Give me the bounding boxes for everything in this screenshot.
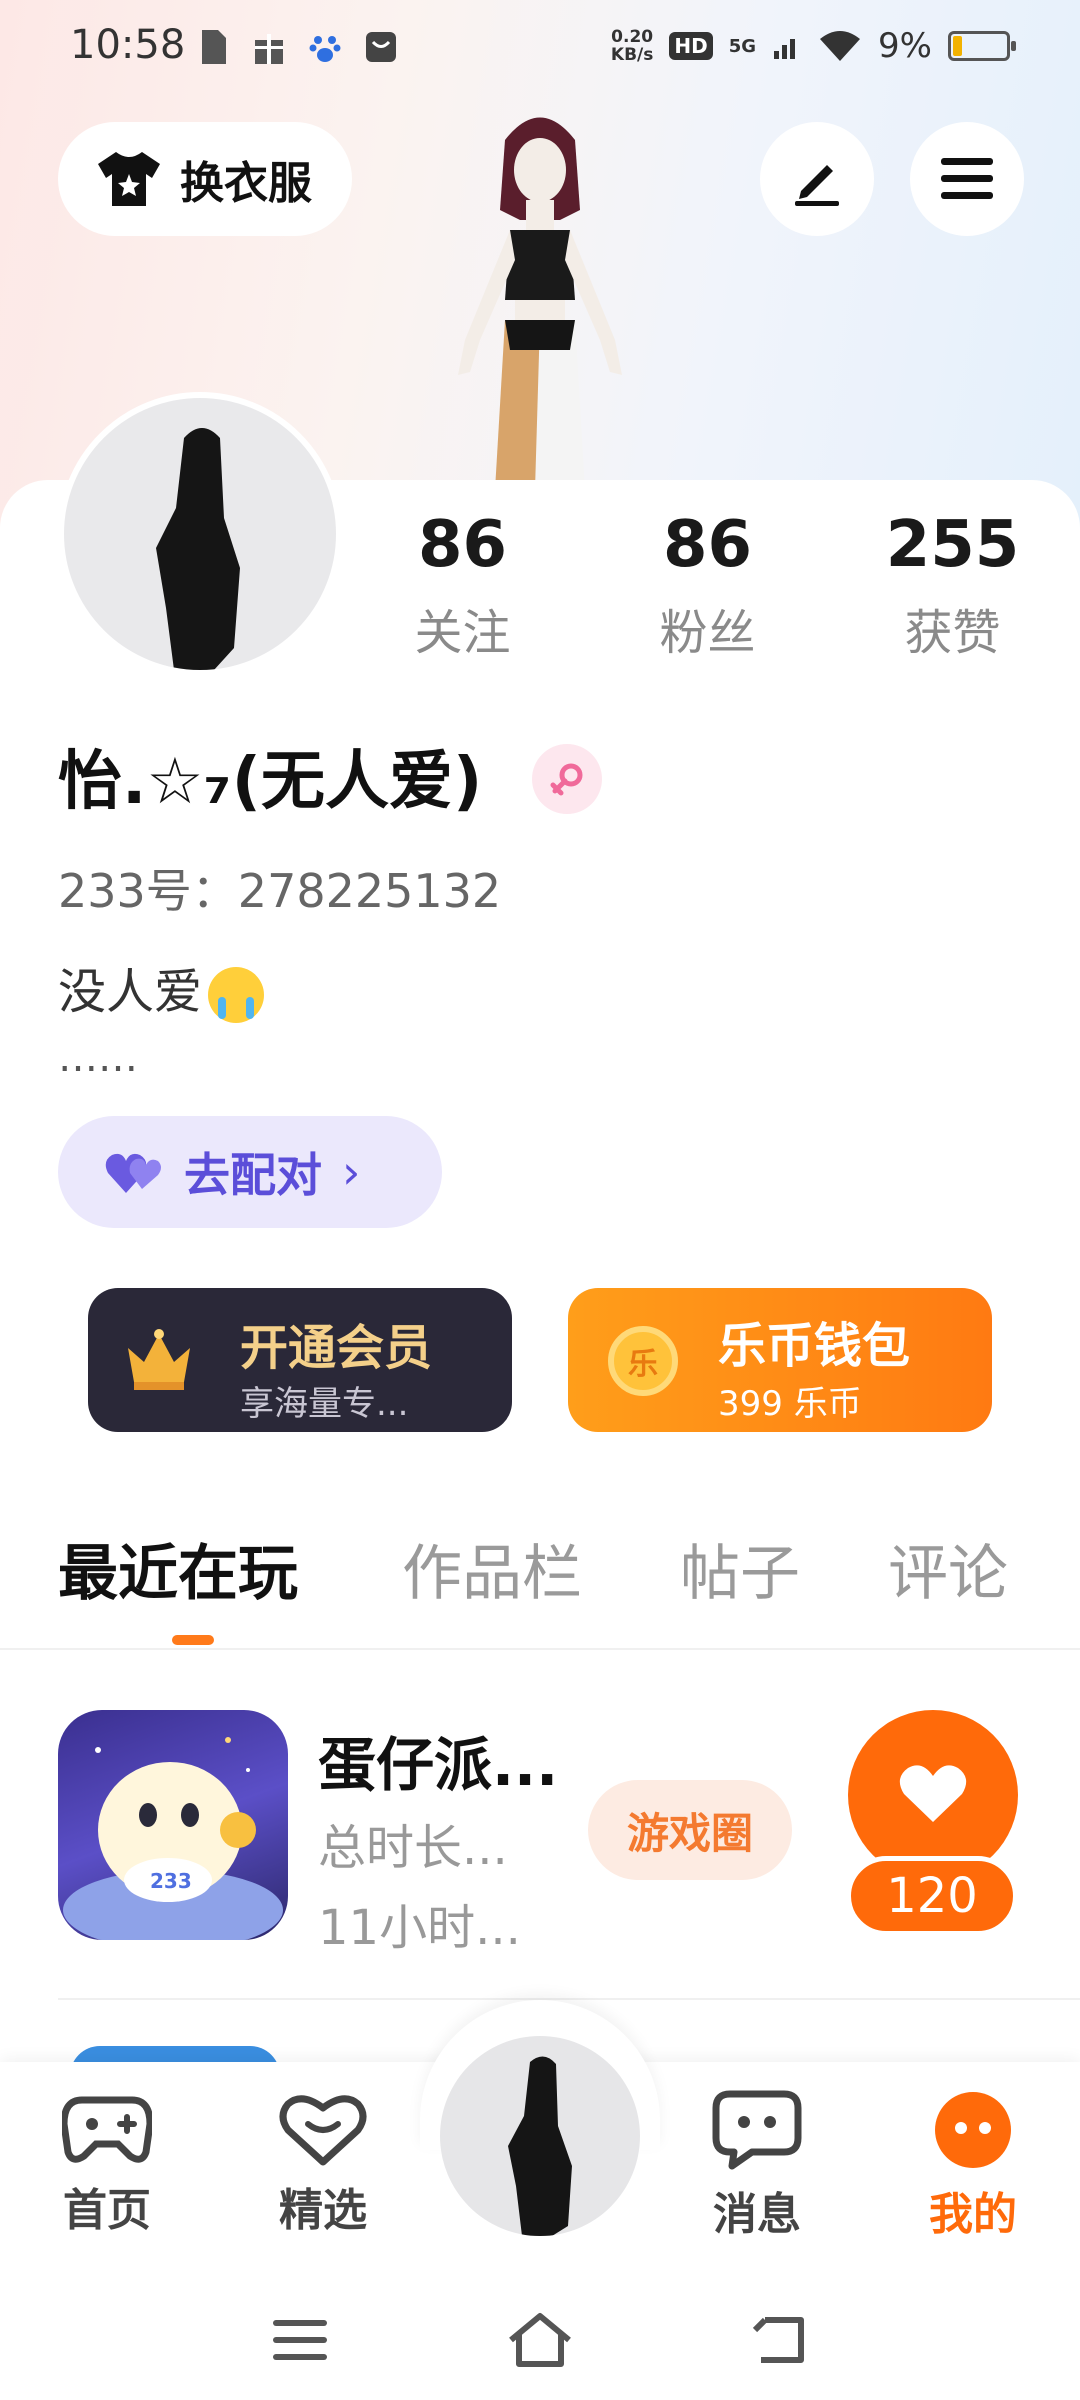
me-icon (935, 2092, 1011, 2168)
game-name: 蛋仔派... (318, 1731, 559, 1799)
stat-following[interactable]: 86 关注 (340, 505, 585, 663)
nav-avatar-button[interactable] (440, 2036, 640, 2236)
nav-home[interactable]: 首页 (32, 2090, 182, 2238)
nav-home-label: 首页 (63, 2185, 151, 2236)
message-icon (712, 2090, 802, 2170)
recent-apps-icon[interactable] (265, 2310, 335, 2370)
followers-count: 86 (662, 508, 753, 582)
profile-nickname: 怡.☆₇(无人爱) (58, 745, 483, 819)
vip-membership-card[interactable]: 开通会员 享海量专... (88, 1288, 512, 1432)
profile-avatar[interactable] (58, 392, 342, 676)
game-circle-button[interactable]: 游戏圈 (588, 1780, 792, 1880)
avatar-3d-figure[interactable] (410, 100, 670, 490)
home-icon[interactable] (505, 2310, 575, 2370)
following-label: 关注 (414, 605, 511, 661)
network-speed-value: 0.20 (611, 27, 654, 47)
content-tabs: 最近在玩 作品栏 帖子 评论 (0, 1525, 1080, 1645)
status-time: 10:58 (70, 22, 186, 68)
chevron-right-icon: › (342, 1145, 361, 1199)
status-notification-icons (196, 28, 398, 66)
gift-icon (255, 34, 283, 64)
paw-icon (309, 36, 341, 62)
change-outfit-label: 换衣服 (180, 158, 312, 209)
following-count: 86 (417, 508, 508, 582)
tab-posts[interactable]: 帖子 (680, 1525, 800, 1612)
profile-uid: 233号：278225132 (58, 864, 502, 918)
likes-label: 获赞 (904, 605, 1001, 661)
vip-title: 开通会员 (240, 1320, 433, 1376)
wallet-title: 乐币钱包 (718, 1318, 911, 1374)
edit-profile-button[interactable] (760, 122, 874, 236)
profile-stats: 86 关注 86 粉丝 255 获赞 (340, 505, 1080, 663)
row-divider (58, 1998, 1080, 2000)
status-system-icons: 0.20 KB/s HD 5G 9% (611, 26, 1016, 66)
crying-emoji-icon (208, 967, 265, 1023)
svg-text:233: 233 (150, 1869, 192, 1893)
menu-button[interactable] (910, 122, 1024, 236)
coin-wallet-card[interactable]: 乐 乐币钱包 399 乐币 (568, 1288, 992, 1432)
wifi-icon (820, 31, 861, 61)
double-heart-icon (105, 1153, 161, 1193)
hd-badge: HD (669, 32, 713, 60)
game-total-time-label: 总时长... (318, 1820, 508, 1876)
crown-icon (128, 1329, 190, 1390)
likes-count: 255 (885, 508, 1020, 582)
nav-messages-label: 消息 (713, 2189, 801, 2240)
bio-expand[interactable]: …… (58, 1035, 138, 1081)
status-bar: 10:58 0.20 KB/s HD 5G 9% (0, 0, 1080, 100)
tab-recently-played[interactable]: 最近在玩 (58, 1525, 298, 1612)
app-notification-icon (366, 32, 396, 62)
hamburger-menu-icon (941, 158, 993, 199)
followers-label: 粉丝 (659, 605, 756, 661)
sim-card-icon (202, 30, 226, 64)
nav-featured-label: 精选 (279, 2185, 367, 2236)
game-app-icon[interactable]: 233 (58, 1710, 288, 1940)
battery-icon (948, 31, 1016, 61)
tab-comments[interactable]: 评论 (888, 1525, 1008, 1612)
go-match-button[interactable]: 去配对 › (58, 1116, 442, 1228)
go-match-label: 去配对 (184, 1148, 322, 1202)
gamepad-icon (60, 2096, 154, 2163)
nav-featured[interactable]: 精选 (248, 2090, 398, 2238)
heart-chat-icon (279, 2095, 367, 2166)
game-play-hours: 11小时... (318, 1900, 521, 1956)
tab-works[interactable]: 作品栏 (402, 1525, 582, 1612)
coin-icon: 乐 (608, 1326, 678, 1396)
back-icon[interactable] (745, 2310, 815, 2370)
battery-percent: 9% (878, 26, 932, 66)
bio-text: 没人爱 (58, 964, 203, 1020)
wallet-balance: 399 乐币 (718, 1384, 862, 1424)
profile-bio: 没人爱 (58, 952, 265, 1023)
heart-icon (899, 1765, 967, 1822)
like-button[interactable] (848, 1710, 1018, 1880)
list-item[interactable]: 233 蛋仔派... 总时长... 11小时... 游戏圈 120 (0, 1710, 1080, 1960)
signal-icon (774, 39, 796, 59)
active-tab-indicator (172, 1635, 214, 1645)
network-speed: 0.20 KB/s (611, 28, 653, 64)
nav-me-label: 我的 (929, 2189, 1017, 2240)
like-count: 120 (846, 1856, 1018, 1936)
tshirt-icon (98, 152, 160, 206)
vip-subtitle: 享海量专... (240, 1384, 409, 1424)
nav-messages[interactable]: 消息 (682, 2090, 832, 2242)
stat-followers[interactable]: 86 粉丝 (585, 505, 830, 663)
female-gender-icon (532, 744, 602, 814)
network-speed-unit: KB/s (610, 45, 654, 65)
network-type: 5G (728, 35, 757, 57)
nav-me[interactable]: 我的 (898, 2090, 1048, 2242)
pen-icon (795, 165, 839, 206)
stat-likes[interactable]: 255 获赞 (830, 505, 1075, 663)
change-outfit-button[interactable]: 换衣服 (58, 122, 352, 236)
tabs-divider (0, 1648, 1080, 1650)
